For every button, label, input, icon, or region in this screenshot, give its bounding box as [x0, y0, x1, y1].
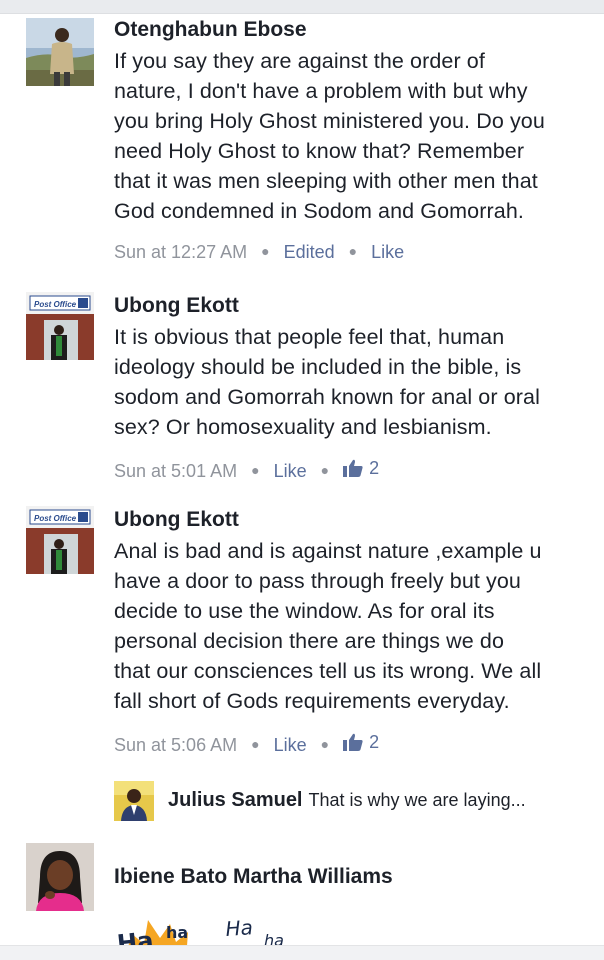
sticker-word: Ha: [225, 915, 254, 941]
reply-preview[interactable]: Julius Samuel That is why we are laying..…: [114, 781, 594, 821]
separator-dot: ●: [320, 736, 330, 752]
timestamp[interactable]: Sun at 5:01 AM: [114, 461, 237, 481]
like-count: 2: [369, 458, 380, 478]
separator-dot: ●: [251, 462, 260, 478]
like-button[interactable]: Like: [371, 242, 404, 262]
comment-line: It is obvious that people feel that, hum…: [114, 325, 505, 349]
sign-text: Post Office: [34, 514, 77, 523]
comment-line: that it was men sleeping with other men …: [114, 169, 538, 193]
avatar[interactable]: [26, 843, 94, 911]
reaction-count[interactable]: 2: [343, 730, 379, 754]
comment-author[interactable]: Ubong Ekott: [114, 506, 584, 534]
comment-author[interactable]: Ibiene Bato Martha Williams: [114, 863, 584, 891]
sign-text: Post Office: [34, 300, 77, 309]
bottom-edge: [0, 945, 604, 960]
comment-line: sex? Or homosexuality and lesbianism.: [114, 415, 492, 439]
like-button[interactable]: Like: [274, 461, 307, 481]
reply-preview-text: That is why we are laying...: [308, 790, 526, 810]
comment-author[interactable]: Otenghabun Ebose: [114, 16, 584, 44]
comment-meta: Sun at 5:01 AM ● Like ● 2: [114, 456, 584, 484]
comment-text: It is obvious that people feel that, hum…: [114, 322, 584, 442]
comment-line: ideology should be included in the bible…: [114, 355, 522, 379]
separator-dot: ●: [320, 462, 330, 478]
comment-meta: Sun at 5:06 AM ● Like ● 2: [114, 730, 584, 758]
avatar[interactable]: Post Office: [26, 292, 94, 360]
comment-line: fall short of Gods requirements everyday…: [114, 689, 510, 713]
comment-line: that our consciences tell us its wrong. …: [114, 659, 542, 683]
comment-line: nature, I don't have a problem with but …: [114, 79, 528, 103]
thumbs-up-icon: [343, 459, 363, 477]
like-button[interactable]: Like: [274, 735, 307, 755]
timestamp[interactable]: Sun at 5:06 AM: [114, 735, 237, 755]
comment-line: If you say they are against the order of: [114, 49, 485, 73]
comment-line: personal decision there are things we do: [114, 629, 505, 653]
comment-line: God condemned in Sodom and Gomorrah.: [114, 199, 524, 223]
avatar[interactable]: [26, 18, 94, 86]
comment-line: need Holy Ghost to know that? Remember: [114, 139, 525, 163]
top-divider: [0, 0, 604, 14]
separator-dot: ●: [251, 736, 260, 752]
separator-dot: ●: [348, 243, 358, 259]
avatar[interactable]: [114, 781, 154, 821]
comment-text: Anal is bad and is against nature ,examp…: [114, 536, 584, 716]
like-count: 2: [369, 732, 380, 752]
comment-meta: Sun at 12:27 AM ● Edited ● Like: [114, 240, 584, 265]
timestamp[interactable]: Sun at 12:27 AM: [114, 242, 247, 262]
comment-line: decide to use the window. As for oral it…: [114, 599, 495, 623]
avatar[interactable]: Post Office: [26, 506, 94, 574]
sticker-word: ha: [166, 923, 188, 942]
thumbs-up-icon: [343, 733, 363, 751]
reaction-count[interactable]: 2: [343, 456, 379, 480]
comment-line: you bring Holy Ghost ministered you. Do …: [114, 109, 545, 133]
separator-dot: ●: [261, 243, 270, 259]
comment-line: have a door to pass through freely but y…: [114, 569, 521, 593]
reply-text: Julius Samuel That is why we are laying..…: [168, 789, 526, 812]
comment-text: If you say they are against the order of…: [114, 46, 584, 226]
reply-author[interactable]: Julius Samuel: [168, 789, 303, 811]
comment-line: sodom and Gomorrah known for anal or ora…: [114, 385, 540, 409]
comment-author[interactable]: Ubong Ekott: [114, 292, 584, 320]
comment-line: Anal is bad and is against nature ,examp…: [114, 539, 542, 563]
edited-link[interactable]: Edited: [284, 242, 335, 262]
